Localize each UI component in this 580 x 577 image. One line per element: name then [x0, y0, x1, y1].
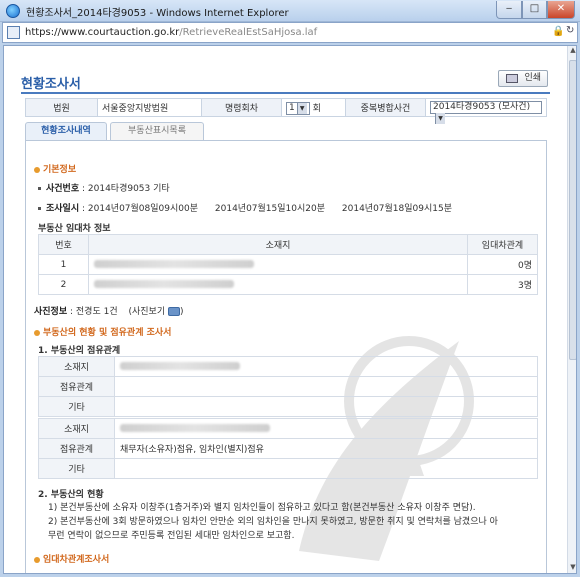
row-lease-count: 3명 — [467, 274, 538, 295]
order-unit: 회 — [312, 103, 321, 114]
section-status-survey: 부동산의 현황 및 점유관계 조사서 — [34, 325, 171, 338]
other-value — [114, 458, 538, 479]
scroll-down-icon[interactable]: ▼ — [568, 563, 576, 573]
occupancy-table-1: 소재지 점유관계 기타 — [38, 356, 538, 417]
refresh-icon[interactable]: ↻ — [566, 25, 574, 36]
case-number-line: 사건번호 : 2014타경9053 기타 — [38, 181, 170, 194]
redacted-address — [120, 362, 240, 370]
survey-date-2: 2014년07월15일10시20분 — [214, 204, 326, 214]
lock-icon[interactable]: 🔒 — [552, 26, 564, 38]
title-divider — [21, 92, 550, 94]
case-select[interactable]: 2014타경9053 (모사건)▼ — [430, 101, 542, 124]
section-bullet-icon — [34, 556, 40, 563]
survey-date-line: 조사일시 : 2014년07월08일09시00분 2014년07월15일10시2… — [38, 201, 452, 214]
table-row: 2 3명 — [38, 274, 538, 295]
other-label: 기타 — [38, 396, 115, 417]
occupancy-table-2: 소재지 점유관계 채무자(소유자)점유, 임차인(별지)점유 기타 — [38, 418, 538, 479]
occupancy-label: 점유관계 — [38, 438, 115, 459]
location-value — [114, 418, 538, 439]
case-number-value: 2014타경9053 기타 — [87, 184, 170, 194]
court-label: 법원 — [25, 98, 98, 117]
status-note-2a: 2) 본건부동산에 3회 방문하였으나 임차인 안만순 외의 임차인을 만나지 … — [48, 517, 498, 527]
address-bar[interactable]: https://www.courtauction.go.kr/RetrieveR… — [2, 22, 578, 43]
print-button[interactable]: 인쇄 — [498, 70, 548, 87]
chevron-down-icon: ▼ — [435, 113, 445, 124]
window-title: 현황조사서_2014타경9053 - Windows Internet Expl… — [26, 8, 289, 19]
row-number: 1 — [38, 254, 89, 275]
case-info-table: 법원 서울중앙지방법원 명령회차 1 ▼ 회 중복병합사건 2014타경9053 … — [25, 98, 547, 124]
redacted-address — [94, 260, 254, 268]
minimize-button[interactable]: ‒ — [496, 1, 522, 19]
row-lease-count: 0명 — [467, 254, 538, 275]
scroll-thumb[interactable] — [569, 60, 576, 360]
row-number: 2 — [38, 274, 89, 295]
case-label: 중복병합사건 — [345, 98, 426, 117]
redacted-address — [120, 424, 270, 432]
redacted-address — [94, 280, 234, 288]
scroll-up-icon[interactable]: ▲ — [568, 46, 576, 58]
vertical-scrollbar[interactable]: ▲ ▼ — [567, 46, 576, 573]
lease-info-table: 번호 소재지 임대차관계 1 0명 2 3명 — [38, 234, 538, 295]
occupancy-subtitle: 1. 부동산의 점유관계 — [38, 346, 121, 356]
location-value — [114, 356, 538, 377]
status-note-1: 1) 본건부동산에 소유자 이창주(1층거주)와 별지 임차인들이 점유하고 있… — [48, 503, 476, 513]
court-value: 서울중앙지방법원 — [97, 98, 202, 117]
survey-date-3: 2014년07월18일09시15분 — [341, 204, 453, 214]
print-label: 인쇄 — [524, 73, 541, 83]
col-location: 소재지 — [88, 234, 468, 255]
bullet-square-icon — [38, 187, 41, 190]
col-number: 번호 — [38, 234, 89, 255]
order-label: 명령회차 — [201, 98, 282, 117]
property-status-subtitle: 2. 부동산의 현황 — [38, 490, 104, 500]
page-content: 현황조사서 인쇄 법원 서울중앙지방법원 명령회차 1 ▼ 회 중복병합사건 20… — [3, 45, 577, 574]
photo-count: 전경도 1건 — [75, 307, 118, 317]
occupancy-value — [114, 376, 538, 397]
section-bullet-icon — [34, 166, 40, 173]
other-label: 기타 — [38, 458, 115, 479]
url-text[interactable]: https://www.courtauction.go.kr/RetrieveR… — [25, 27, 317, 38]
printer-icon — [506, 74, 518, 83]
bullet-square-icon — [38, 207, 41, 210]
row-location — [88, 254, 468, 275]
order-select[interactable]: 1 ▼ — [286, 101, 310, 115]
maximize-button[interactable]: □ — [522, 1, 547, 19]
occupancy-label: 점유관계 — [38, 376, 115, 397]
location-label: 소재지 — [38, 356, 115, 377]
location-label: 소재지 — [38, 418, 115, 439]
other-value — [114, 396, 538, 417]
section-basic-info: 기본정보 — [34, 162, 76, 175]
table-row: 1 0명 — [38, 254, 538, 275]
status-note-2b: 무런 연락이 없으므로 주민등록 전입된 세대만 임차인으로 보고함. — [48, 531, 295, 541]
section-lease-survey: 임대차관계조사서 — [34, 552, 109, 565]
lease-info-heading: 부동산 임대차 정보 — [38, 224, 111, 234]
close-button[interactable]: ✕ — [547, 1, 575, 19]
section-bullet-icon — [34, 329, 40, 336]
occupancy-value: 채무자(소유자)점유, 임차인(별지)점유 — [114, 438, 538, 459]
case-cell: 2014타경9053 (모사건)▼ — [425, 98, 547, 124]
tab-status-details[interactable]: 현황조사내역 — [25, 122, 107, 140]
camera-icon[interactable] — [168, 307, 180, 316]
chevron-down-icon: ▼ — [296, 102, 307, 114]
survey-date-1: 2014년07월08일09시00분 — [87, 204, 199, 214]
page-title: 현황조사서 — [21, 77, 81, 92]
ie-browser-icon — [6, 4, 20, 18]
photo-view-link[interactable]: (사진보기 — [128, 307, 165, 317]
order-cell: 1 ▼ 회 — [281, 98, 346, 117]
row-location — [88, 274, 468, 295]
page-icon — [7, 26, 20, 39]
tab-property-list[interactable]: 부동산표시목록 — [110, 122, 204, 140]
photo-info-line: 사진정보 : 전경도 1건 (사진보기 ) — [34, 307, 184, 317]
col-lease-relation: 임대차관계 — [467, 234, 538, 255]
window-titlebar: 현황조사서_2014타경9053 - Windows Internet Expl… — [0, 0, 580, 22]
